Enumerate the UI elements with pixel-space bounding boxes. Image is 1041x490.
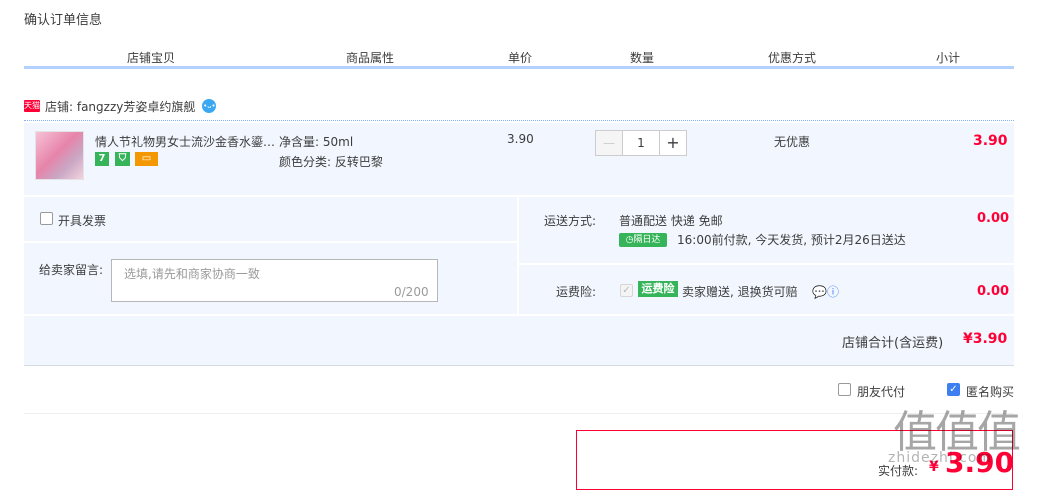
insurance-label: 运费险: — [556, 285, 597, 299]
watermark-url: zhidezhi.com — [888, 450, 993, 466]
insurance-badge: 运费险 — [638, 281, 678, 297]
friend-pay-checkbox[interactable] — [838, 383, 851, 396]
invoice-checkbox[interactable] — [40, 212, 53, 225]
message-counter: 0/200 — [394, 285, 429, 299]
shop-name[interactable]: 店铺: fangzzy芳姿卓约旗舰 — [45, 98, 195, 115]
column-header-item: 店铺宝贝 — [127, 51, 176, 65]
shipping-label: 运送方式: — [544, 214, 597, 228]
shipping-fee: 0.00 — [977, 211, 1010, 226]
message-label: 给卖家留言: — [39, 263, 104, 277]
product-title[interactable]: 情人节礼物男女士流沙金香水鎏… — [95, 133, 275, 150]
shop-total-value: ¥3.90 — [963, 331, 1008, 347]
item-subtotal: 3.90 — [973, 133, 1008, 149]
divider — [24, 120, 1014, 121]
qty-input[interactable]: 1 — [623, 130, 659, 156]
qty-minus-button[interactable]: — — [595, 130, 623, 156]
7-day-return-icon[interactable]: 7 — [95, 152, 109, 166]
insurance-checkbox[interactable]: ✓ — [620, 284, 633, 297]
qty-plus-button[interactable]: + — [659, 130, 687, 156]
insurance-fee: 0.00 — [977, 284, 1010, 299]
wangwang-icon[interactable]: •ᴗ• — [202, 99, 217, 113]
chat-icon[interactable]: 💬 — [812, 285, 827, 299]
insurance-text: 卖家赠送, 退换货可赔 — [682, 285, 798, 299]
tmall-icon: 天猫 — [24, 100, 40, 112]
shipping-eta: 16:00前付款, 今天发货, 预计2月26日送达 — [677, 233, 906, 247]
column-separator — [702, 50, 703, 66]
next-day-badge-text: 隔日达 — [633, 235, 661, 245]
column-header: 店铺宝贝 商品属性 单价 数量 优惠方式 小计 — [24, 46, 1014, 69]
column-separator — [581, 50, 582, 66]
message-placeholder: 选填,请先和商家协商一致 — [124, 267, 260, 281]
guarantee-icon[interactable]: ⛉ — [115, 152, 130, 166]
column-separator — [279, 50, 280, 66]
column-separator — [882, 50, 883, 66]
shop-total-label: 店铺合计(含运费) — [842, 336, 944, 351]
product-thumbnail[interactable] — [35, 131, 84, 180]
shipping-method: 普通配送 快递 免邮 — [619, 214, 723, 228]
divider — [519, 263, 1014, 265]
divider — [24, 314, 1014, 316]
column-header-subtotal: 小计 — [936, 51, 961, 65]
quantity-stepper: — 1 + — [595, 130, 687, 156]
column-header-qty: 数量 — [630, 51, 655, 65]
product-attr-color: 颜色分类: 反转巴黎 — [279, 155, 383, 169]
unit-price: 3.90 — [507, 132, 534, 146]
column-separator — [460, 50, 461, 66]
anonymous-checkbox[interactable]: ✓ — [947, 383, 960, 396]
product-attr-volume: 净含量: 50ml — [279, 135, 354, 149]
column-header-attr: 商品属性 — [346, 51, 395, 65]
invoice-label: 开具发票 — [58, 214, 107, 228]
credit-card-icon[interactable]: ▭ — [135, 152, 158, 166]
help-icon[interactable]: ⓘ — [827, 285, 839, 299]
divider — [24, 241, 517, 243]
next-day-badge: ◷隔日达 — [619, 233, 667, 247]
shop-line: 天猫 店铺: fangzzy芳姿卓约旗舰 •ᴗ• — [24, 98, 217, 115]
column-header-discount: 优惠方式 — [768, 51, 817, 65]
column-header-price: 单价 — [508, 51, 533, 65]
divider — [24, 413, 1014, 414]
discount-method: 无优惠 — [774, 135, 811, 149]
page-title: 确认订单信息 — [24, 13, 103, 28]
divider — [517, 197, 519, 314]
